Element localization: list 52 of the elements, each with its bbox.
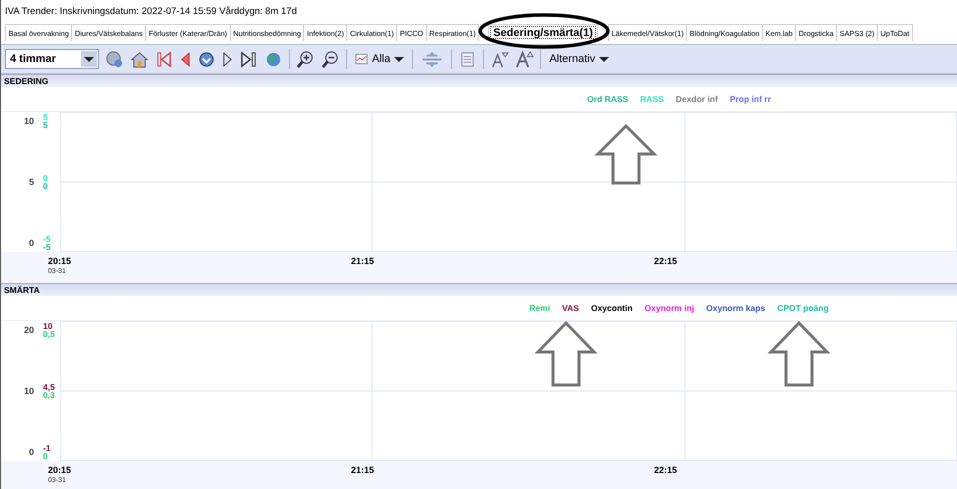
scale-label: 0,3 bbox=[43, 391, 55, 399]
y-axis-label: 0 bbox=[28, 447, 34, 457]
panel-header: SEDERING bbox=[1, 74, 957, 87]
x-axis-label: 21:15 bbox=[351, 256, 376, 266]
legend-item[interactable]: VAS bbox=[562, 303, 579, 313]
tab[interactable]: Sedering/smärta(1) bbox=[488, 24, 598, 41]
scale-label: 0 bbox=[43, 174, 48, 182]
refresh-icon[interactable] bbox=[197, 50, 216, 68]
chart-icon bbox=[355, 53, 368, 65]
legend-item[interactable]: Dexdor inf bbox=[676, 94, 718, 104]
panel-header: SMÄRTA bbox=[1, 283, 957, 296]
y-axis-label: 10 bbox=[22, 116, 34, 126]
x-axis-label: 20:15 bbox=[48, 465, 72, 475]
x-axis-label: 21:15 bbox=[351, 465, 376, 475]
clock-icon[interactable] bbox=[105, 50, 124, 68]
y-axis-label: 10 bbox=[22, 386, 34, 396]
range-dropdown[interactable]: 4 timmar bbox=[5, 49, 99, 69]
previous-icon[interactable] bbox=[180, 50, 191, 68]
x-axis-label: 20:15 bbox=[48, 256, 72, 266]
scale-label: -5 bbox=[43, 235, 51, 243]
scale-label: 0 bbox=[43, 182, 48, 190]
zoom-in-icon[interactable] bbox=[296, 50, 315, 68]
home-icon[interactable] bbox=[130, 50, 149, 68]
scale-label: 5 bbox=[43, 113, 48, 121]
legend-item[interactable]: Prop inf rr bbox=[730, 94, 771, 104]
series-filter-menu[interactable]: Alla bbox=[353, 53, 406, 65]
legend-item[interactable]: Oxynorm kaps bbox=[706, 303, 766, 313]
x-axis-label: 22:15 bbox=[654, 465, 678, 475]
window-title: IVA Trender: Inskrivningsdatum: 2022-07-14 15:59 Vårddygn: 8m 17d bbox=[4, 5, 298, 19]
zoom-out-icon[interactable] bbox=[321, 50, 340, 68]
legend-item[interactable]: Oxycontin bbox=[590, 303, 633, 313]
scale-label: 0 bbox=[43, 452, 49, 460]
font-increase-icon[interactable] bbox=[515, 50, 534, 68]
scale-label: 0,5 bbox=[43, 330, 55, 338]
up-arrow bbox=[594, 124, 658, 184]
scale-label: -5 bbox=[43, 243, 51, 251]
legend-item[interactable]: Oxynorm inj bbox=[644, 303, 694, 313]
up-arrow bbox=[767, 320, 831, 386]
last-icon[interactable] bbox=[239, 50, 258, 68]
y-axis-label: 5 bbox=[28, 177, 34, 187]
up-arrow bbox=[534, 320, 598, 386]
scale-label: 10 bbox=[43, 322, 54, 330]
y-axis-label: 20 bbox=[22, 325, 34, 335]
y-axis-label: 0 bbox=[28, 238, 34, 248]
first-icon[interactable] bbox=[155, 50, 174, 68]
scale-label: -1 bbox=[43, 444, 51, 452]
scale-label: 5 bbox=[43, 121, 48, 129]
options-menu[interactable]: Alternativ bbox=[547, 53, 612, 65]
scale-label: 4,5 bbox=[43, 383, 55, 391]
next-icon[interactable] bbox=[222, 50, 233, 68]
x-axis-label: 22:15 bbox=[654, 256, 678, 266]
font-decrease-icon[interactable] bbox=[490, 50, 510, 68]
